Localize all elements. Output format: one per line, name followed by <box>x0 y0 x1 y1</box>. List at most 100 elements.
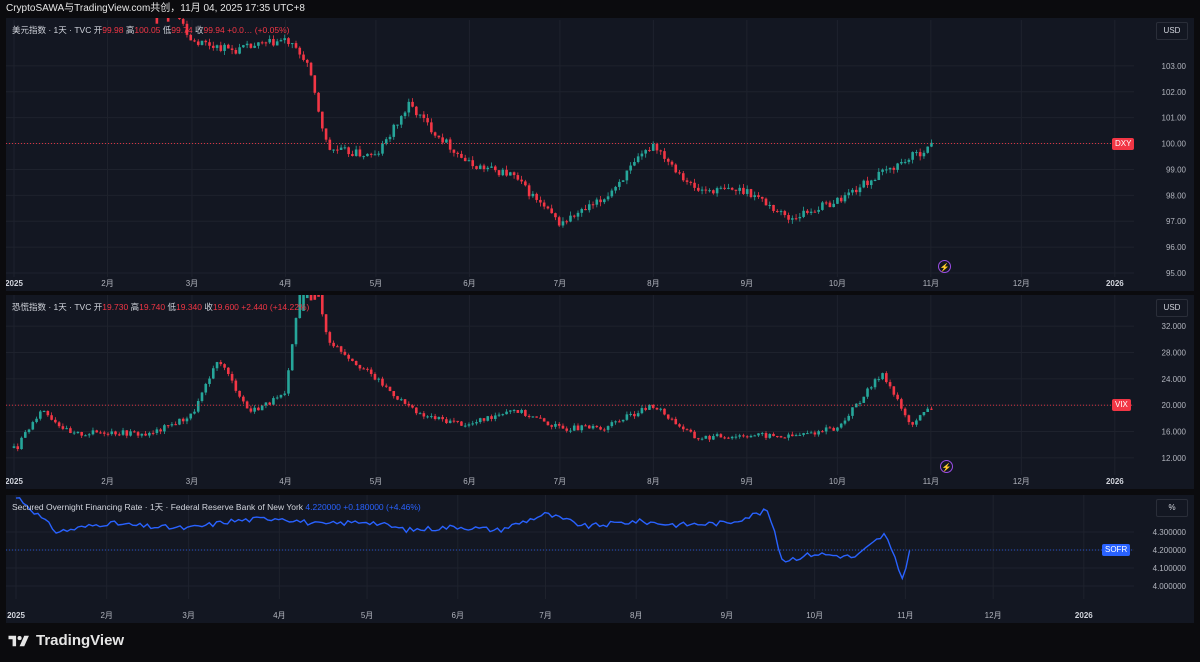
time-tick-label: 7月 <box>554 477 566 486</box>
candle <box>238 390 241 397</box>
candle <box>317 92 320 112</box>
candle <box>557 217 561 226</box>
candle <box>539 417 542 419</box>
time-tick-label: 12月 <box>1013 279 1030 288</box>
candle <box>723 437 726 439</box>
candle <box>663 151 666 159</box>
dxy-chart[interactable]: 103.00 102.00 101.00 100.00 99.00 98.00 97.00 9… <box>6 18 1194 291</box>
candle <box>700 189 704 191</box>
price-tick-label: 4.300000 <box>1153 528 1187 537</box>
time-tick-label: 4月 <box>279 279 291 288</box>
candle <box>749 189 753 198</box>
candle <box>418 413 422 415</box>
currency-badge[interactable]: % <box>1156 499 1188 517</box>
sofr-symbol[interactable]: Secured Overnight Financing Rate · 1天 · … <box>12 502 303 512</box>
candle <box>279 40 283 42</box>
candle <box>783 437 787 439</box>
candle <box>587 204 591 211</box>
candle <box>719 434 723 438</box>
candle <box>760 196 764 199</box>
candle <box>715 434 719 436</box>
candle <box>674 418 678 425</box>
candle <box>516 410 520 413</box>
candle <box>170 424 174 426</box>
candle <box>881 169 884 172</box>
candle <box>618 421 621 423</box>
dxy-panel[interactable]: 103.00 102.00 101.00 100.00 99.00 98.00 97.00 9… <box>6 18 1194 291</box>
candle <box>866 180 869 186</box>
candle <box>727 187 730 189</box>
candle <box>708 435 711 440</box>
candle <box>324 128 328 140</box>
vix-chart[interactable]: 32.000 28.000 24.000 20.000 16.000 12.000 2025… <box>6 295 1194 489</box>
candle <box>745 436 749 438</box>
candle <box>196 400 200 412</box>
candle <box>595 199 599 205</box>
candle <box>715 188 719 194</box>
candle <box>245 43 249 46</box>
currency-badge[interactable]: USD <box>1156 22 1188 40</box>
lightning-icon[interactable]: ⚡ <box>938 260 951 273</box>
candle <box>411 101 414 107</box>
candle <box>791 218 794 220</box>
candle <box>546 421 550 426</box>
candle <box>606 196 610 200</box>
candle <box>185 418 189 422</box>
candle <box>501 414 505 416</box>
candle <box>456 420 459 422</box>
tradingview-logo-icon <box>8 635 29 646</box>
tradingview-brand[interactable]: TradingView <box>8 632 124 649</box>
candle <box>287 370 290 394</box>
candle <box>915 420 918 425</box>
candle <box>591 204 595 206</box>
candle <box>452 149 456 153</box>
candle <box>204 383 208 393</box>
time-tick-label: 8月 <box>630 611 642 620</box>
candle <box>249 43 253 48</box>
candle <box>279 394 283 398</box>
candle <box>806 210 809 213</box>
candle <box>640 153 644 157</box>
candle <box>907 159 911 162</box>
sofr-panel[interactable]: 4.300000 4.200000 4.100000 4.000000 2025 2月 3月… <box>6 495 1194 623</box>
candle <box>828 427 832 429</box>
candle <box>84 435 87 437</box>
time-tick-label: 11月 <box>923 279 939 288</box>
candle <box>877 171 881 180</box>
lightning-icon[interactable]: ⚡ <box>940 460 953 473</box>
currency-badge[interactable]: USD <box>1156 299 1188 317</box>
candle <box>700 438 704 440</box>
price-tick-label: 4.000000 <box>1153 582 1187 591</box>
candle <box>42 410 46 412</box>
candle <box>46 410 50 416</box>
candle <box>430 416 433 418</box>
candle <box>689 429 693 432</box>
candle <box>926 146 929 153</box>
candle <box>354 360 358 366</box>
candle <box>858 402 862 404</box>
dxy-symbol[interactable]: 美元指数 · 1天 · TVC <box>12 25 91 35</box>
candle <box>433 132 437 136</box>
candle <box>509 410 512 412</box>
candle <box>448 420 452 424</box>
price-tick-label: 95.00 <box>1166 269 1187 278</box>
vix-panel[interactable]: 32.000 28.000 24.000 20.000 16.000 12.000 2025… <box>6 295 1194 489</box>
candle <box>200 392 204 401</box>
candle <box>490 166 493 168</box>
candle <box>268 39 271 43</box>
candle <box>764 198 768 206</box>
candle <box>730 436 734 439</box>
candle <box>211 45 215 48</box>
sofr-chart[interactable]: 4.300000 4.200000 4.100000 4.000000 2025 2月 3月… <box>6 495 1194 623</box>
candle <box>772 433 775 437</box>
candle <box>798 216 802 219</box>
candle <box>133 431 136 433</box>
candle <box>685 429 689 431</box>
vix-symbol[interactable]: 恐慌指数 · 1天 · TVC <box>12 302 91 312</box>
candle <box>426 118 429 123</box>
candle <box>223 364 226 368</box>
candle <box>302 54 305 60</box>
candle <box>911 152 914 160</box>
time-tick-label: 11月 <box>923 477 939 486</box>
candle <box>76 432 80 434</box>
